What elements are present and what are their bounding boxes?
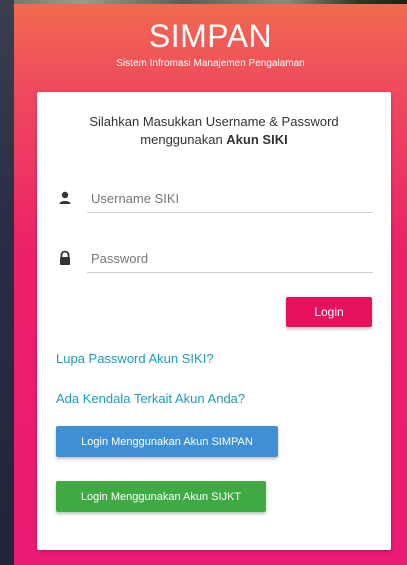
forgot-password-link[interactable]: Lupa Password Akun SIKI? — [56, 351, 214, 366]
username-field — [55, 184, 373, 214]
login-instructions: Silahkan Masukkan Username & Password me… — [37, 113, 391, 149]
account-issue-link[interactable]: Ada Kendala Terkait Akun Anda? — [56, 391, 245, 406]
password-field — [55, 244, 373, 274]
login-button[interactable]: Login — [286, 297, 372, 327]
lock-icon — [57, 250, 73, 266]
instruction-line-2: menggunakan Akun SIKI — [37, 131, 391, 149]
app-title: SIMPAN — [148, 18, 273, 54]
background-strip — [0, 0, 14, 565]
instruction-account: Akun SIKI — [226, 132, 288, 147]
instruction-prefix: menggunakan — [140, 132, 227, 147]
login-card: Silahkan Masukkan Username & Password me… — [37, 92, 391, 550]
login-panel: SIMPAN Sistem Infromasi Manajemen Pengal… — [14, 4, 407, 565]
user-icon — [57, 190, 73, 206]
instruction-line-1: Silahkan Masukkan Username & Password — [89, 114, 339, 129]
app-subtitle: Sistem Infromasi Manajemen Pengalaman — [116, 58, 305, 69]
login-simpan-button[interactable]: Login Menggunakan Akun SIMPAN — [56, 426, 278, 457]
login-sijkt-button[interactable]: Login Menggunakan Akun SIJKT — [56, 481, 266, 512]
password-input[interactable] — [87, 244, 373, 273]
username-input[interactable] — [87, 184, 373, 213]
